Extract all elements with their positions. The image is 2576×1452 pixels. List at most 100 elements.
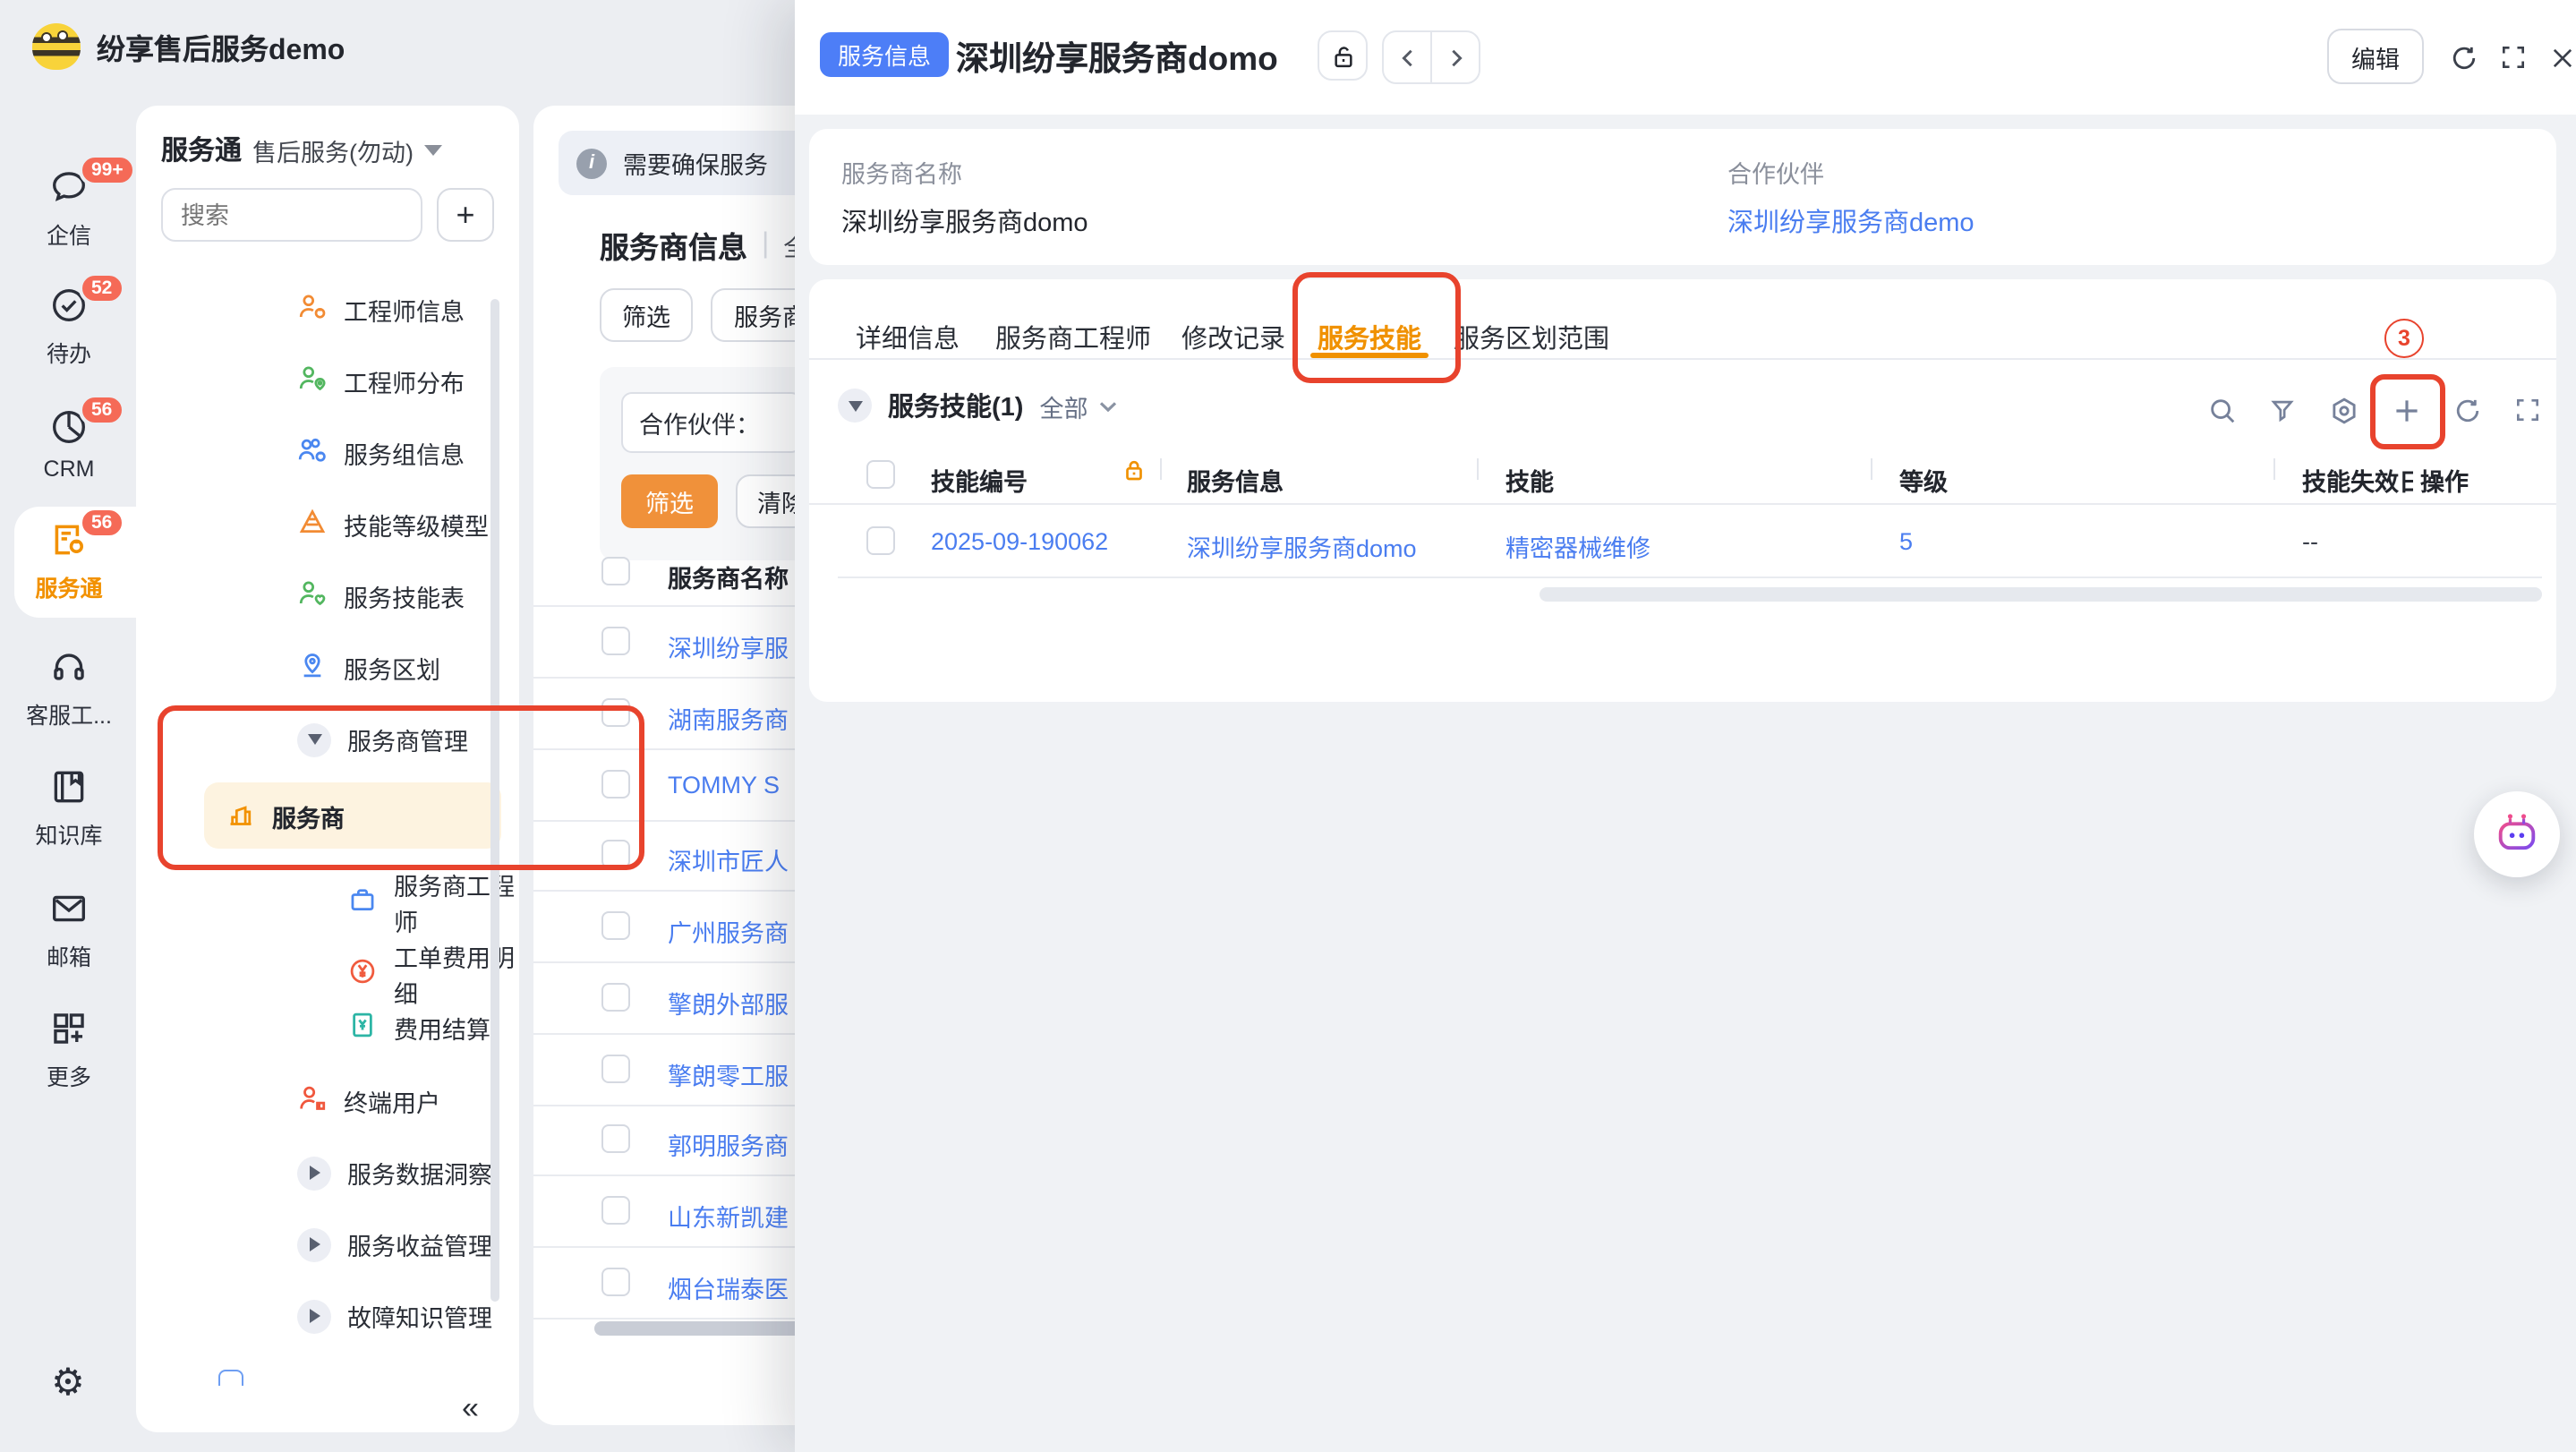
next-record-button[interactable] (1432, 32, 1479, 82)
partner-filter-select[interactable]: 合作伙伴： (621, 392, 802, 453)
sidebar-item-service-region[interactable]: 服务区划 (297, 650, 440, 686)
sidebar-group-fault-knowledge[interactable]: 故障知识管理 (297, 1298, 492, 1334)
skills-horizontal-scrollbar[interactable] (1540, 587, 2542, 602)
fullscreen-icon[interactable] (2495, 39, 2531, 75)
sidebar-item-skill-table[interactable]: 服务技能表 (297, 578, 465, 614)
row-checkbox[interactable] (601, 1196, 630, 1225)
search-icon[interactable] (2202, 390, 2241, 430)
close-icon[interactable] (2544, 39, 2576, 75)
tab-service-region-scope[interactable]: 服务区划范围 (1454, 319, 1609, 356)
rail-item-crm[interactable]: 56 CRM (0, 406, 138, 482)
add-button[interactable]: + (437, 188, 494, 242)
row-checkbox[interactable] (601, 1055, 630, 1083)
row-checkbox[interactable] (601, 911, 630, 940)
select-all-checkbox[interactable] (601, 557, 630, 585)
row-checkbox[interactable] (601, 840, 630, 868)
sidebar-group-provider-mgmt[interactable]: 服务商管理 (297, 722, 468, 757)
field-partner: 合作伙伴 深圳纷享服务商demo (1727, 154, 1975, 240)
rail-item-mail[interactable]: 邮箱 (0, 888, 138, 972)
partner-link[interactable]: 深圳纷享服务商demo (1727, 202, 1975, 240)
skill-no-link[interactable]: 2025-09-190062 (931, 528, 1108, 555)
tab-detail-info[interactable]: 详细信息 (856, 319, 960, 356)
tab-provider-engineer[interactable]: 服务商工程师 (995, 319, 1151, 356)
sidebar-app-name: 服务通 (161, 131, 242, 168)
caret-right-circle-icon (297, 1299, 331, 1333)
add-skill-icon[interactable] (2386, 390, 2426, 430)
col-service-info: 服务信息 (1187, 462, 1284, 498)
skill-link[interactable]: 精密器械维修 (1506, 528, 1651, 564)
sidebar-scrollbar[interactable] (490, 299, 499, 1302)
sidebar-item-service-group[interactable]: 服务组信息 (297, 435, 465, 471)
mail-icon (48, 910, 90, 935)
headset-icon (48, 668, 90, 693)
sidebar-item-provider-active[interactable]: 服务商 (204, 782, 501, 849)
sidebar-panel: 服务通 售后服务(勿动) + 工程师信息 工程师分布 服务组信息 技能等级模型 … (136, 106, 519, 1432)
rail-item-fuwutong[interactable]: 56 服务通 (0, 519, 138, 603)
info-icon: i (576, 148, 607, 178)
todo-badge: 52 (79, 272, 124, 304)
sidebar-header[interactable]: 服务通 售后服务(勿动) (161, 131, 442, 168)
map-pin-icon (297, 650, 328, 686)
detail-drawer: 服务信息 深圳纷享服务商domo 编辑 (795, 0, 2576, 1452)
rail-item-more[interactable]: 更多 (0, 1008, 138, 1092)
row-checkbox[interactable] (601, 1268, 630, 1296)
fields-card: 服务商名称 深圳纷享服务商domo 合作伙伴 深圳纷享服务商demo (809, 129, 2556, 265)
yen-doc-icon (347, 1010, 378, 1046)
apply-filter-button[interactable]: 筛选 (621, 474, 718, 528)
skills-select-all-checkbox[interactable] (866, 460, 895, 489)
unlock-icon[interactable] (1318, 30, 1368, 81)
sidebar-group-revenue-mgmt[interactable]: 服务收益管理 (297, 1226, 492, 1262)
user-icon (297, 1083, 328, 1119)
row-checkbox[interactable] (601, 770, 630, 799)
col-level: 等级 (1899, 462, 1948, 498)
tab-change-log[interactable]: 修改记录 (1181, 319, 1285, 356)
chat-icon (48, 188, 90, 213)
sidebar-group-data-insight[interactable]: 服务数据洞察 (297, 1155, 492, 1191)
building-icon (226, 798, 256, 833)
row-checkbox[interactable] (601, 1124, 630, 1153)
sidebar-item-skill-level-model[interactable]: 技能等级模型 (297, 507, 489, 542)
settings-hexagon-icon[interactable] (2324, 390, 2363, 430)
rail-item-kefu[interactable]: 客服工... (0, 646, 138, 730)
sidebar-item-cost-settlement[interactable]: 费用结算 (347, 1010, 490, 1046)
book-icon (48, 788, 90, 813)
object-type-badge: 服务信息 (820, 32, 949, 77)
field-label: 服务商名称 (841, 154, 1088, 190)
assistant-robot-button[interactable] (2474, 791, 2560, 877)
row-checkbox[interactable] (601, 983, 630, 1012)
sidebar-item-engineer-map[interactable]: 工程师分布 (297, 363, 465, 399)
caret-right-circle-icon (297, 1156, 331, 1190)
filter-icon[interactable] (2263, 390, 2302, 430)
sidebar-item-engineer-info[interactable]: 工程师信息 (297, 292, 465, 328)
topbar: 纷享售后服务demo (32, 23, 345, 70)
sidebar-item-end-user[interactable]: 终端用户 (297, 1083, 440, 1119)
sidebar-collapse-button[interactable]: « (462, 1391, 475, 1427)
row-checkbox[interactable] (601, 627, 630, 655)
sidebar-app-subtitle: 售后服务(勿动) (252, 132, 414, 167)
gear-icon[interactable]: ⚙ (39, 1354, 97, 1411)
search-input[interactable] (161, 188, 422, 242)
rail-item-qixin[interactable]: 99+ 企信 (0, 167, 138, 251)
refresh-list-icon[interactable] (2447, 390, 2486, 430)
section-collapse-icon[interactable] (838, 389, 872, 423)
rail-item-zhishiku[interactable]: 知识库 (0, 766, 138, 850)
row-checkbox[interactable] (601, 698, 630, 727)
record-nav (1382, 30, 1480, 84)
rail-item-todo[interactable]: 52 待办 (0, 285, 138, 369)
expand-list-icon[interactable] (2508, 390, 2547, 430)
prev-record-button[interactable] (1384, 32, 1432, 82)
pie-chart-icon (48, 428, 90, 453)
level-link[interactable]: 5 (1899, 528, 1913, 555)
tab-service-skill-active[interactable]: 服务技能 (1318, 319, 1421, 356)
refresh-icon[interactable] (2445, 39, 2481, 75)
briefcase-icon (347, 884, 378, 920)
scope-selector[interactable]: 全部 (1039, 388, 1118, 423)
edit-button[interactable]: 编辑 (2327, 29, 2424, 84)
filter-button[interactable]: 筛选 (600, 288, 693, 342)
chevron-down-icon (1096, 395, 1118, 416)
expire-value: -- (2302, 528, 2318, 555)
service-info-link[interactable]: 深圳纷享服务商domo (1187, 528, 1417, 564)
skill-row-checkbox[interactable] (866, 526, 895, 555)
drawer-title: 深圳纷享服务商domo (956, 34, 1278, 81)
person-heart-icon (297, 578, 328, 614)
